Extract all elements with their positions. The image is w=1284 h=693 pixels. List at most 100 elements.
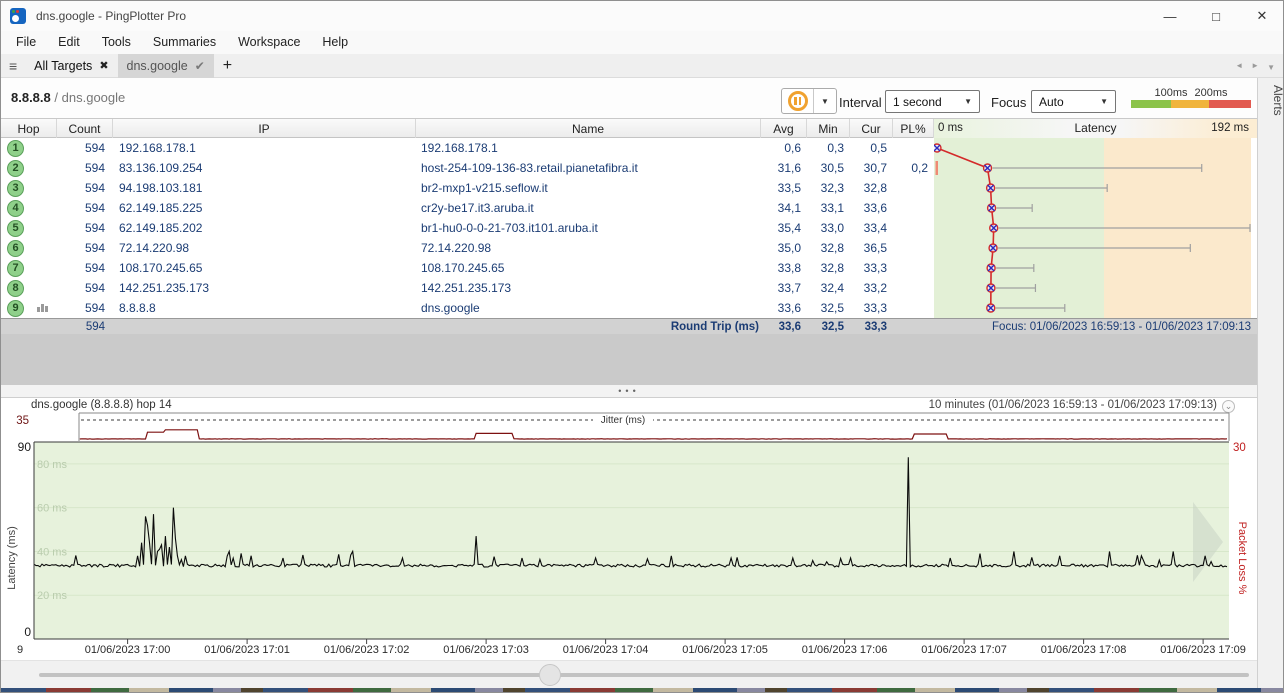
column-header-cur[interactable]: Cur (850, 119, 893, 138)
hop-latency-graph[interactable] (934, 138, 1257, 318)
tab-dns-google[interactable]: dns.google ✔ (118, 54, 214, 78)
pause-button[interactable] (782, 89, 814, 113)
ip-cell: 72.14.220.98 (119, 238, 409, 258)
app-logo-icon (10, 8, 26, 24)
latency-scale-max: 192 ms (1211, 122, 1249, 134)
name-cell: br2-mxp1-v215.seflow.it (421, 178, 757, 198)
menu-item-edit[interactable]: Edit (47, 31, 91, 54)
cur-cell: 30,7 (850, 158, 887, 178)
x-axis-tick-label: 01/06/2023 17:09 (1143, 644, 1263, 656)
column-header-count[interactable]: Count (57, 119, 113, 138)
target-separator: / (54, 90, 58, 105)
maximize-icon[interactable]: □ (1193, 1, 1239, 31)
x-axis-tick-label: 01/06/2023 17:02 (307, 644, 427, 656)
pl-cell: 0,2 (893, 158, 928, 178)
timeline-pane: dns.google (8.8.8.8) hop 14 10 minutes (… (1, 397, 1257, 688)
avg-cell: 0,6 (761, 138, 801, 158)
pane-splitter-handle[interactable]: ••• (1, 385, 1257, 397)
hop-number-badge: 4 (7, 200, 24, 217)
title-bar: dns.google - PingPlotter Pro — □ ✕ (1, 1, 1284, 31)
name-cell: 108.170.245.65 (421, 258, 757, 278)
alerts-rail: Alerts (1257, 78, 1284, 693)
tab-all-targets[interactable]: All Targets ✖ (25, 54, 117, 78)
hop-number-badge: 7 (7, 260, 24, 277)
new-tab-button[interactable]: + (214, 57, 241, 75)
cur-cell: 33,2 (850, 278, 887, 298)
count-cell: 594 (57, 178, 105, 198)
ip-cell: 94.198.103.181 (119, 178, 409, 198)
column-header-avg[interactable]: Avg (761, 119, 807, 138)
target-name: dns.google (62, 90, 126, 105)
latency-column-title: Latency (934, 121, 1257, 135)
trace-table: 0 ms Latency 192 ms HopCountIPNameAvgMin… (1, 119, 1257, 334)
min-cell: 33,1 (807, 198, 844, 218)
ip-cell: 62.149.185.202 (119, 218, 409, 238)
pause-icon (788, 91, 808, 111)
pl-cell (893, 258, 928, 278)
cur-cell: 36,5 (850, 238, 887, 258)
timeline-chart-icon[interactable] (37, 304, 48, 312)
menu-item-file[interactable]: File (5, 31, 47, 54)
name-cell: host-254-109-136-83.retail.pianetafibra.… (421, 158, 757, 178)
name-cell: 142.251.235.173 (421, 278, 757, 298)
minimize-icon[interactable]: — (1147, 1, 1193, 31)
pause-split-button: ▼ (781, 88, 837, 114)
hop-number-badge: 3 (7, 180, 24, 197)
chevron-down-icon: ▼ (1100, 97, 1115, 106)
menu-item-workspace[interactable]: Workspace (227, 31, 311, 54)
timeline-scrollbar-track[interactable] (39, 673, 1249, 677)
x-axis-tick-label: 01/06/2023 17:00 (68, 644, 188, 656)
tab-all-targets-label: All Targets (34, 59, 92, 73)
name-cell: dns.google (421, 298, 757, 318)
avg-cell: 33,5 (761, 178, 801, 198)
tab-scroll-left-icon[interactable]: ◄ (1235, 61, 1243, 70)
pane-filler (1, 334, 1257, 385)
name-cell: cr2y-be17.it3.aruba.it (421, 198, 757, 218)
hamburger-menu-icon[interactable]: ≡ (1, 58, 25, 74)
tab-list-caret-icon[interactable]: ▼ (1267, 63, 1275, 72)
pause-dropdown-button[interactable]: ▼ (814, 89, 836, 113)
avg-cell: 33,7 (761, 278, 801, 298)
column-header-pl[interactable]: PL% (893, 119, 934, 138)
alerts-tab[interactable]: Alerts (1258, 85, 1284, 116)
avg-cell: 35,4 (761, 218, 801, 238)
column-header-ip[interactable]: IP (113, 119, 416, 138)
taskbar-sliver (1, 688, 1284, 693)
count-cell: 594 (57, 218, 105, 238)
interval-select[interactable]: 1 second ▼ (885, 90, 980, 113)
cur-cell: 33,4 (850, 218, 887, 238)
column-header-hop[interactable]: Hop (1, 119, 57, 138)
trace-table-header: 0 ms Latency 192 ms HopCountIPNameAvgMin… (1, 119, 1257, 138)
menu-item-tools[interactable]: Tools (91, 31, 142, 54)
tab-close-icon[interactable]: ✖ (99, 59, 108, 72)
menu-item-help[interactable]: Help (311, 31, 359, 54)
avg-cell: 31,6 (761, 158, 801, 178)
timeline-scrollbar-thumb[interactable] (539, 664, 561, 686)
avg-cell: 33,6 (761, 298, 801, 318)
target-title: 8.8.8.8 / dns.google (11, 90, 125, 105)
timeline-graph[interactable]: 80 ms60 ms40 ms20 msJitter (ms)3530900 (1, 398, 1257, 660)
tab-scroll-right-icon[interactable]: ► (1251, 61, 1259, 70)
x-axis-tick-label: 01/06/2023 17:03 (426, 644, 546, 656)
cur-cell: 33,6 (850, 198, 887, 218)
column-header-name[interactable]: Name (416, 119, 761, 138)
x-axis-tick-label: 01/06/2023 17:07 (904, 644, 1024, 656)
ip-cell: 8.8.8.8 (119, 298, 409, 318)
svg-text:90: 90 (18, 440, 32, 454)
hop-number-badge: 1 (7, 140, 24, 157)
summary-label: Round Trip (ms) (561, 319, 759, 334)
count-cell: 594 (57, 278, 105, 298)
column-header-min[interactable]: Min (807, 119, 850, 138)
avg-cell: 34,1 (761, 198, 801, 218)
focus-select[interactable]: Auto ▼ (1031, 90, 1116, 113)
avg-cell: 35,0 (761, 238, 801, 258)
svg-text:60 ms: 60 ms (37, 503, 67, 515)
menu-item-summaries[interactable]: Summaries (142, 31, 227, 54)
focus-range-text: Focus: 01/06/2023 16:59:13 - 01/06/2023 … (941, 319, 1251, 334)
menu-bar: FileEditToolsSummariesWorkspaceHelp (1, 31, 1284, 54)
close-icon[interactable]: ✕ (1239, 1, 1284, 31)
tab-dns-google-label: dns.google (127, 59, 188, 73)
min-cell: 32,8 (807, 258, 844, 278)
count-cell: 594 (57, 238, 105, 258)
name-cell: 72.14.220.98 (421, 238, 757, 258)
